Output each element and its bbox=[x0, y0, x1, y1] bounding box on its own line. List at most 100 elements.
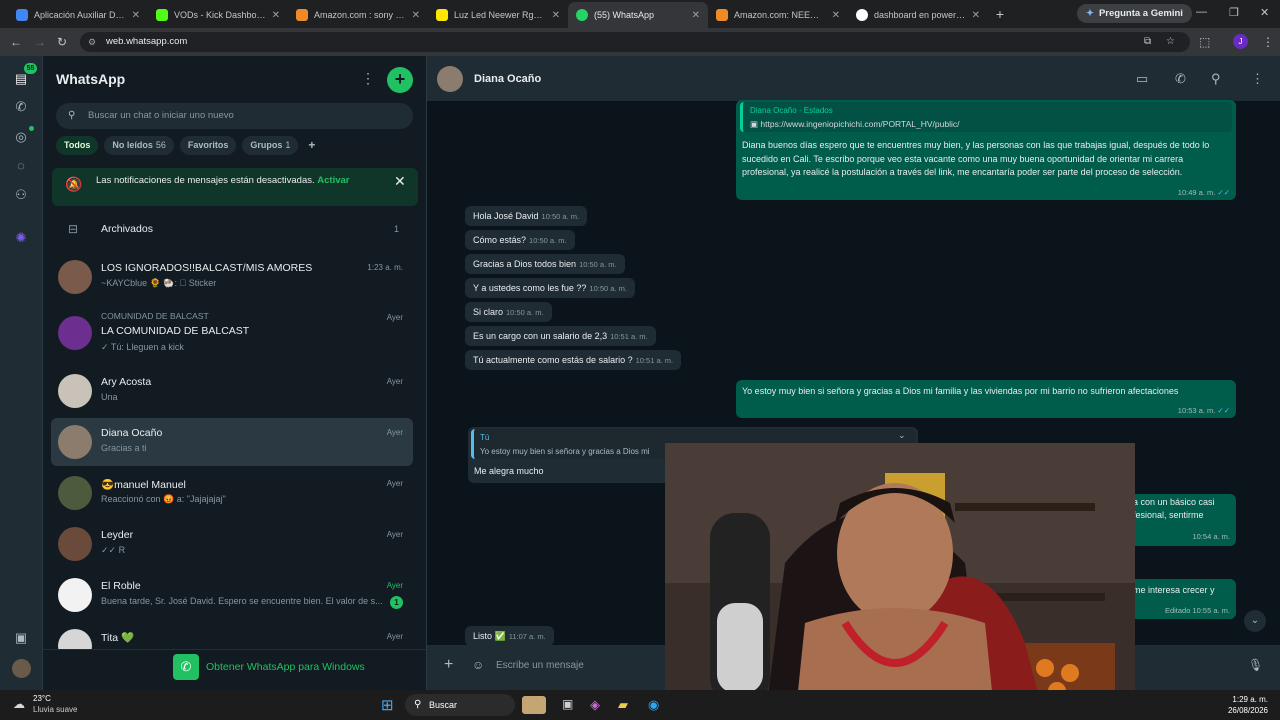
close-icon[interactable]: ✕ bbox=[394, 173, 406, 190]
tab-close-icon[interactable]: ✕ bbox=[272, 10, 280, 21]
new-chat-button[interactable]: + bbox=[387, 67, 413, 93]
chevron-down-icon[interactable]: ⌄ bbox=[898, 429, 906, 443]
status-icon[interactable]: ◎ bbox=[12, 128, 30, 146]
widgets-icon[interactable] bbox=[522, 696, 546, 714]
profile-avatar[interactable]: J bbox=[1233, 34, 1248, 49]
browser-menu-icon[interactable]: ⋮ bbox=[1262, 35, 1274, 49]
attach-icon[interactable]: + bbox=[444, 656, 453, 674]
archived-row[interactable]: ⊟ Archivados 1 bbox=[43, 216, 426, 244]
chat-item[interactable]: Ary Acosta Una Ayer bbox=[51, 367, 413, 415]
message-input[interactable]: Escribe un mensaje bbox=[496, 660, 584, 671]
outgoing-message[interactable]: Yo estoy muy bien si señora y gracias a … bbox=[736, 380, 1236, 418]
contact-avatar[interactable] bbox=[437, 66, 463, 92]
image-icon: ▣ bbox=[750, 119, 759, 129]
scroll-down-icon[interactable]: ⌄ bbox=[1244, 610, 1266, 632]
forward-icon[interactable]: → bbox=[34, 35, 46, 49]
tab-close-icon[interactable]: ✕ bbox=[132, 10, 140, 21]
tab-favicon-icon bbox=[16, 9, 28, 21]
incoming-message[interactable]: Listo ✅ 11:07 a. m. bbox=[465, 626, 554, 646]
avatar bbox=[58, 260, 92, 294]
bookmark-star-icon[interactable]: ☆ bbox=[1166, 32, 1175, 52]
meta-ai-icon[interactable]: ✺ bbox=[12, 229, 30, 247]
minimize-button[interactable]: — bbox=[1196, 6, 1207, 18]
search-icon[interactable]: ⚲ bbox=[1211, 71, 1221, 87]
incoming-message[interactable]: Es un cargo con un salario de 2,3 10:51 a… bbox=[465, 326, 656, 346]
incoming-message[interactable]: Tú actualmente como estás de salario ? 10… bbox=[465, 350, 682, 370]
incoming-message[interactable]: Cómo estás? 10:50 a. m. bbox=[465, 230, 575, 250]
install-app-icon[interactable]: ⧉ bbox=[1144, 32, 1151, 52]
channels-icon[interactable]: ◌ bbox=[12, 157, 30, 175]
browser-tab[interactable]: Luz Led Neewer Rgb | Mer✕ bbox=[428, 2, 568, 28]
media-icon[interactable]: ▣ bbox=[12, 629, 30, 647]
windows-start-icon[interactable]: ⊞ bbox=[381, 696, 394, 714]
file-explorer-icon[interactable]: ▰ bbox=[618, 697, 628, 713]
archive-icon: ⊟ bbox=[68, 222, 79, 236]
filter-favorites[interactable]: Favoritos bbox=[179, 136, 237, 155]
close-window-button[interactable]: ✕ bbox=[1260, 6, 1269, 19]
weather-icon[interactable]: ☁ bbox=[13, 697, 25, 711]
browser-tab[interactable]: Amazon.com: NEEWER RG✕ bbox=[708, 2, 848, 28]
address-bar[interactable]: ⚙ web.whatsapp.com ⧉ ☆ bbox=[80, 32, 1190, 52]
chat-item[interactable]: Leyder ✓✓ R Ayer bbox=[51, 520, 413, 568]
search-input[interactable]: ⚲ Buscar un chat o iniciar uno nuevo bbox=[56, 103, 413, 129]
enable-notifications-link[interactable]: Activar bbox=[317, 175, 349, 186]
unread-badge: 55 bbox=[24, 63, 37, 74]
copilot-icon[interactable]: ◈ bbox=[590, 697, 600, 713]
taskbar-search[interactable]: ⚲ Buscar bbox=[405, 694, 515, 716]
incoming-message[interactable]: Hola José David 10:50 a. m. bbox=[465, 206, 588, 226]
outgoing-message[interactable]: a con un básico casi fesional, sentirme … bbox=[1127, 494, 1236, 546]
filter-chips: Todos No leídos 56 Favoritos Grupos 1 + bbox=[56, 136, 319, 155]
browser-tab[interactable]: Amazon.com : sony zv e10✕ bbox=[288, 2, 428, 28]
voice-call-icon[interactable]: ✆ bbox=[1175, 71, 1186, 87]
browser-tab-active[interactable]: (55) WhatsApp ✕ bbox=[568, 2, 708, 28]
get-windows-app-link[interactable]: ✆ Obtener WhatsApp para Windows bbox=[173, 654, 365, 680]
user-avatar[interactable] bbox=[12, 659, 31, 678]
quoted-status[interactable]: Diana Ocaño · Estados ▣ https://www.inge… bbox=[740, 102, 1232, 132]
taskbar-clock[interactable]: 1:29 a. m. 26/08/2026 bbox=[1212, 694, 1268, 716]
tab-close-icon[interactable]: ✕ bbox=[412, 10, 420, 21]
avatar bbox=[58, 374, 92, 408]
incoming-message[interactable]: Si claro 10:50 a. m. bbox=[465, 302, 552, 322]
conversation-header[interactable]: Diana Ocaño ▭ ✆ ⚲ ⋮ bbox=[427, 56, 1280, 101]
chat-item-selected[interactable]: Diana Ocaño Gracias a ti Ayer bbox=[51, 418, 413, 466]
chat-item[interactable]: COMUNIDAD DE BALCAST LA COMUNIDAD DE BAL… bbox=[51, 306, 413, 360]
gemini-button[interactable]: ✦ Pregunta a Gemini bbox=[1077, 4, 1192, 23]
back-icon[interactable]: ← bbox=[10, 35, 22, 49]
tab-close-icon[interactable]: ✕ bbox=[692, 10, 700, 21]
chat-item[interactable]: LOS IGNORADOS!!BALCAST/MIS AMORES ~KAYCb… bbox=[51, 253, 413, 301]
chat-menu-icon[interactable]: ⋮ bbox=[1251, 71, 1264, 87]
status-link[interactable]: https://www.ingeniopichichi.com/PORTAL_H… bbox=[760, 119, 959, 129]
new-tab-button[interactable]: + bbox=[988, 2, 1012, 28]
task-view-icon[interactable]: ▣ bbox=[562, 697, 573, 711]
filter-all[interactable]: Todos bbox=[56, 136, 99, 155]
tab-close-icon[interactable]: ✕ bbox=[972, 10, 980, 21]
outgoing-message[interactable]: me interesa crecer y Editado 10:55 a. m. bbox=[1127, 579, 1236, 619]
tab-close-icon[interactable]: ✕ bbox=[832, 10, 840, 21]
video-call-icon[interactable]: ▭ bbox=[1136, 71, 1148, 87]
chat-item[interactable]: 😎manuel Manuel Reaccionó con 😡 a: "Jajaj… bbox=[51, 469, 413, 517]
calls-icon[interactable]: ✆ bbox=[12, 98, 30, 116]
avatar bbox=[58, 425, 92, 459]
edge-browser-icon[interactable]: ◉ bbox=[648, 697, 659, 713]
browser-tab[interactable]: Aplicación Auxiliar Desarro✕ bbox=[8, 2, 148, 28]
incoming-message[interactable]: Gracias a Dios todos bien 10:50 a. m. bbox=[465, 254, 625, 274]
chat-item[interactable]: El Roble Buena tarde, Sr. José David. Es… bbox=[51, 571, 413, 619]
browser-tab[interactable]: VODs - Kick Dashboard ✕ bbox=[148, 2, 288, 28]
reload-icon[interactable]: ↻ bbox=[57, 35, 67, 49]
browser-tab[interactable]: dashboard en power bi - E✕ bbox=[848, 2, 988, 28]
incoming-message[interactable]: Y a ustedes como les fue ?? 10:50 a. m. bbox=[465, 278, 635, 298]
status-reply-message[interactable]: Diana Ocaño · Estados ▣ https://www.inge… bbox=[736, 100, 1236, 200]
streamer-webcam-image bbox=[665, 443, 1135, 720]
sticker-icon[interactable]: ☺ bbox=[472, 658, 484, 672]
communities-icon[interactable]: ⚇ bbox=[12, 186, 30, 204]
double-check-icon: ✓✓ bbox=[1217, 406, 1230, 415]
extensions-icon[interactable]: ⬚ bbox=[1199, 35, 1210, 49]
filter-unread[interactable]: No leídos 56 bbox=[104, 136, 174, 155]
microphone-icon[interactable]: 🎙 bbox=[1248, 658, 1263, 672]
add-filter-icon[interactable]: + bbox=[304, 136, 319, 155]
maximize-button[interactable]: ❐ bbox=[1229, 6, 1239, 19]
menu-icon[interactable]: ⋮ bbox=[361, 70, 375, 87]
site-info-icon[interactable]: ⚙ bbox=[88, 32, 96, 52]
filter-groups[interactable]: Grupos 1 bbox=[242, 136, 299, 155]
tab-close-icon[interactable]: ✕ bbox=[552, 10, 560, 21]
